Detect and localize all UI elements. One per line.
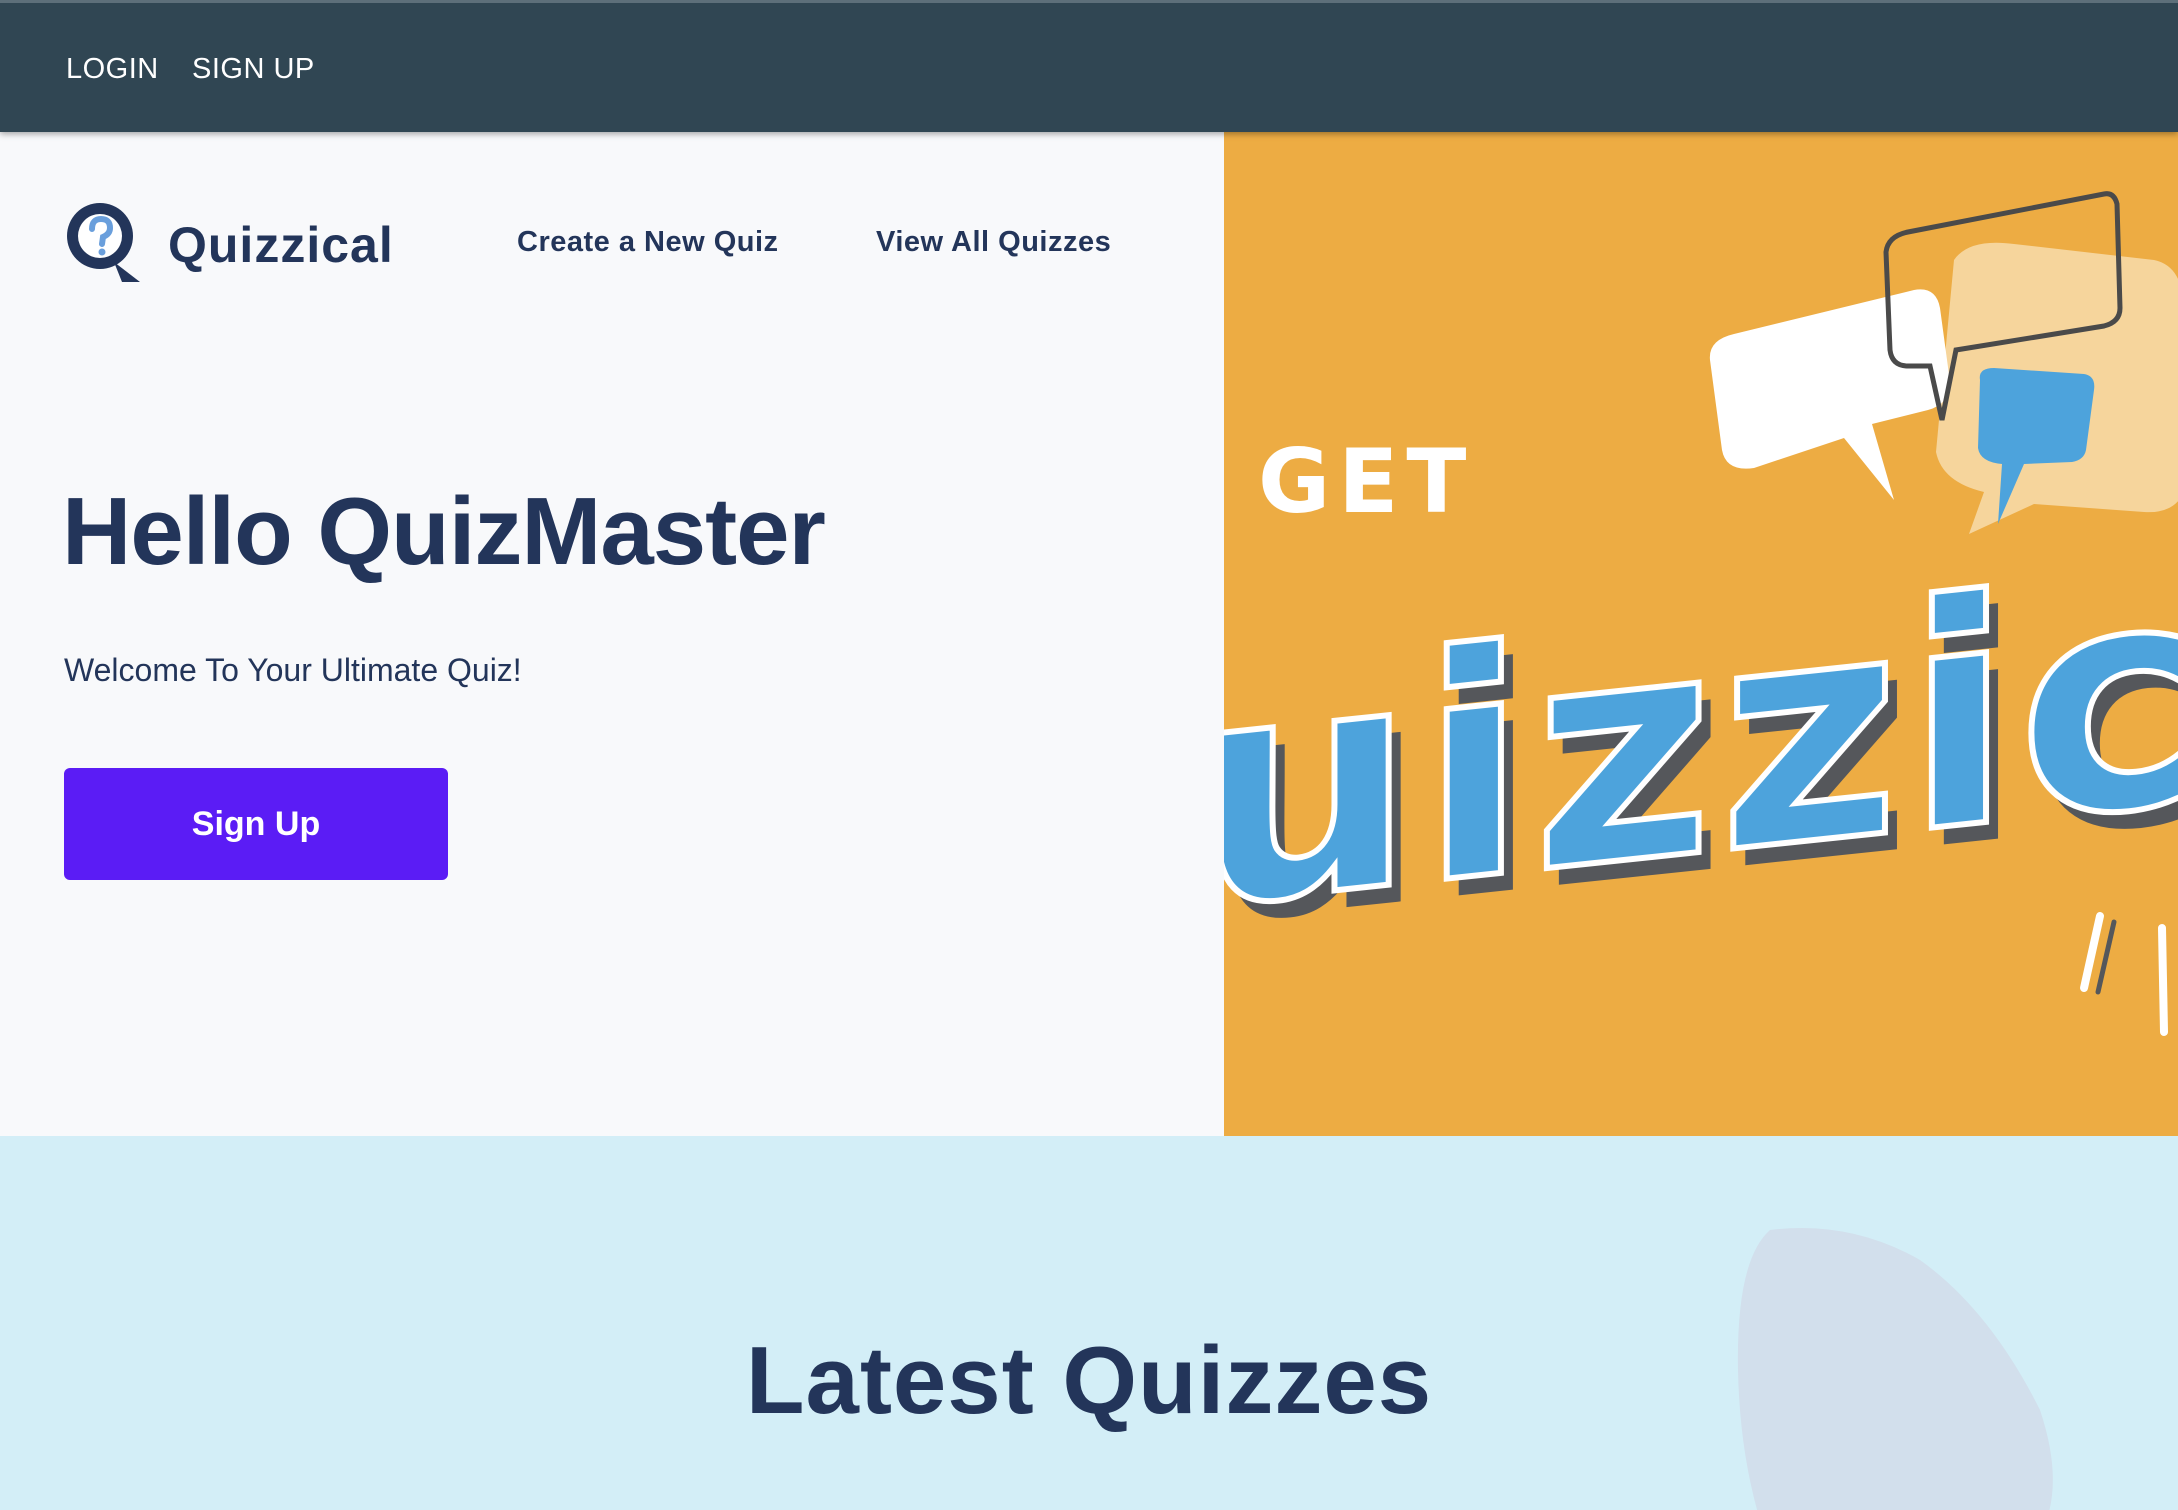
banner-illustration: GET uizzic uizzic bbox=[1224, 191, 2178, 1036]
hero-banner-image: GET uizzic uizzic bbox=[1224, 132, 2178, 1136]
quiz-logo-icon[interactable] bbox=[62, 196, 142, 286]
signup-button[interactable]: Sign Up bbox=[64, 768, 448, 880]
signup-link[interactable]: SIGN UP bbox=[192, 53, 315, 86]
speech-bubble-white-icon bbox=[1709, 289, 1950, 500]
brand-name[interactable]: Quizzical bbox=[168, 216, 394, 274]
hero-section: Quizzical Create a New Quiz View All Qui… bbox=[0, 132, 1224, 1136]
banner-get-text: GET bbox=[1258, 430, 1474, 533]
banner-word-front: uizzic bbox=[1224, 511, 2178, 979]
hero-subtitle: Welcome To Your Ultimate Quiz! bbox=[64, 652, 522, 688]
latest-quizzes-section: Latest Quizzes bbox=[0, 1136, 2178, 1510]
latest-quizzes-heading: Latest Quizzes bbox=[745, 1327, 1433, 1434]
top-bar: LOGIN SIGN UP bbox=[0, 0, 2178, 132]
nav-view-all-quizzes[interactable]: View All Quizzes bbox=[876, 226, 1111, 259]
login-link[interactable]: LOGIN bbox=[66, 53, 159, 86]
nav-create-quiz[interactable]: Create a New Quiz bbox=[517, 226, 779, 259]
hero-title: Hello QuizMaster bbox=[62, 478, 826, 585]
